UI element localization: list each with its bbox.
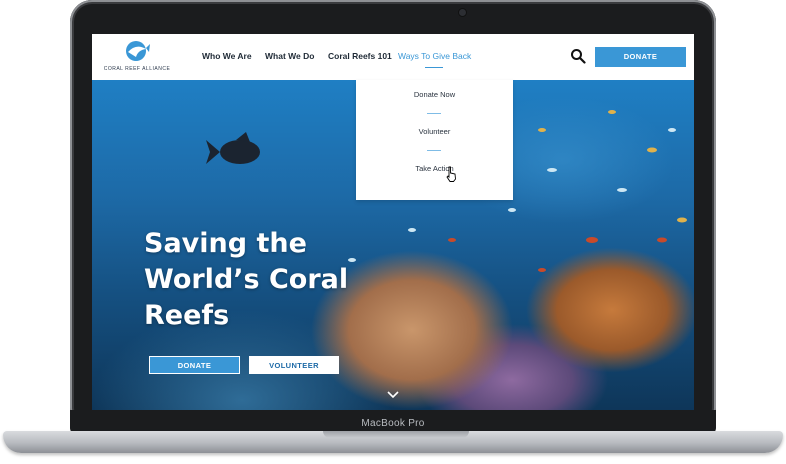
site-logo[interactable]: CORAL REEF ALLIANCE bbox=[102, 39, 172, 77]
dropdown-divider bbox=[427, 113, 441, 114]
nav-coral-reefs-101[interactable]: Coral Reefs 101 bbox=[328, 51, 392, 61]
nav-what-we-do[interactable]: What We Do bbox=[265, 51, 314, 61]
dropdown-divider bbox=[427, 150, 441, 151]
hero-volunteer-button[interactable]: VOLUNTEER bbox=[249, 356, 339, 374]
ways-to-give-dropdown: Donate Now Volunteer Take Action bbox=[356, 80, 513, 200]
laptop-screen: CORAL REEF ALLIANCE Who We Are What We D… bbox=[92, 34, 694, 410]
dropdown-item-volunteer[interactable]: Volunteer bbox=[356, 127, 513, 136]
hero-headline-line-2: World’s Coral bbox=[144, 264, 349, 295]
active-nav-underline bbox=[425, 67, 443, 68]
camera-dot bbox=[459, 9, 466, 16]
logo-fish-icon bbox=[126, 41, 150, 61]
hero-headline-line-3: Reefs bbox=[144, 300, 230, 331]
header-donate-button[interactable]: DONATE bbox=[595, 47, 686, 67]
search-icon[interactable] bbox=[570, 48, 586, 64]
pointer-cursor-icon bbox=[446, 166, 456, 182]
logo-wordmark: CORAL REEF ALLIANCE bbox=[103, 66, 171, 72]
laptop-opening-notch bbox=[323, 431, 469, 438]
dropdown-item-donate-now[interactable]: Donate Now bbox=[356, 90, 513, 99]
chevron-down-icon[interactable] bbox=[387, 390, 399, 400]
hero-headline-line-1: Saving the bbox=[144, 228, 307, 259]
nav-who-we-are[interactable]: Who We Are bbox=[202, 51, 252, 61]
dropdown-item-take-action[interactable]: Take Action bbox=[356, 164, 513, 173]
laptop-model-label: MacBook Pro bbox=[361, 418, 425, 429]
hero-headline: Saving the World’s Coral Reefs bbox=[144, 226, 364, 334]
nav-ways-to-give-back[interactable]: Ways To Give Back bbox=[398, 51, 471, 61]
hero-donate-button[interactable]: DONATE bbox=[149, 356, 240, 374]
site-header: CORAL REEF ALLIANCE Who We Are What We D… bbox=[92, 34, 694, 80]
laptop-base bbox=[3, 431, 783, 453]
reef-fish-shape bbox=[206, 132, 260, 164]
